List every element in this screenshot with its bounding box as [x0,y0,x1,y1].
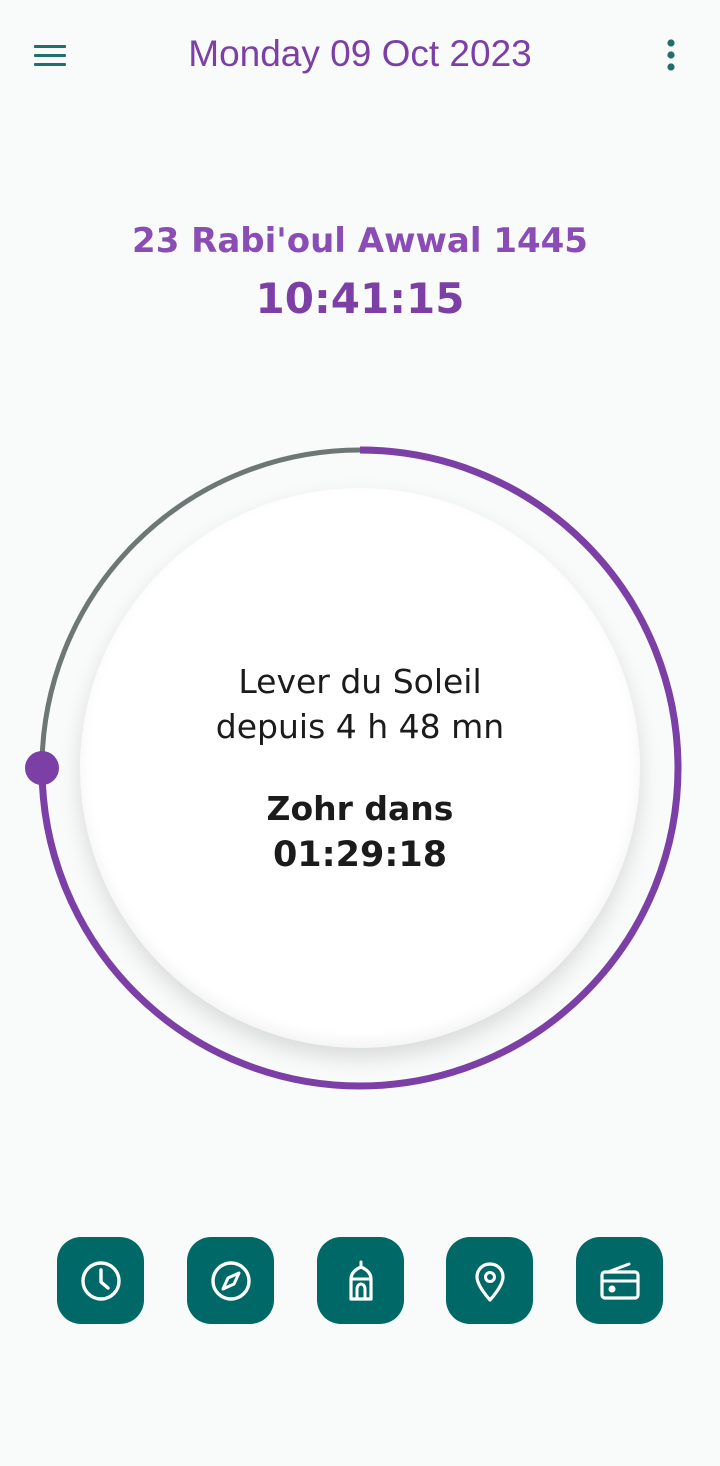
compass-icon [210,1260,251,1301]
location-pin-icon [474,1261,505,1302]
ring-progress-marker [25,751,59,785]
dial-center [80,488,640,1048]
nav-mosques-button[interactable] [317,1237,404,1324]
hijri-date: 23 Rabi'oul Awwal 1445 [132,221,588,261]
nav-radio-button[interactable] [576,1237,663,1324]
current-time: 10:41:15 [255,274,465,323]
prayer-times-screen: Monday 09 Oct 2023 23 Rabi'oul Awwal 144… [0,0,720,1466]
current-phase-elapsed: depuis 4 h 48 mn [215,707,505,746]
nav-location-button[interactable] [446,1237,533,1324]
next-prayer-countdown: 01:29:18 [272,835,448,875]
current-phase-label: Lever du Soleil [238,662,482,701]
next-prayer-label: Zohr dans [266,789,454,828]
radio-icon [599,1262,640,1300]
more-options-button[interactable] [652,34,690,76]
mosque-icon [348,1260,373,1301]
nav-prayer-times-button[interactable] [57,1237,144,1324]
nav-qibla-compass-button[interactable] [187,1237,274,1324]
clock-icon [80,1260,121,1301]
more-vertical-icon [667,39,675,71]
page-title: Monday 09 Oct 2023 [188,33,532,74]
